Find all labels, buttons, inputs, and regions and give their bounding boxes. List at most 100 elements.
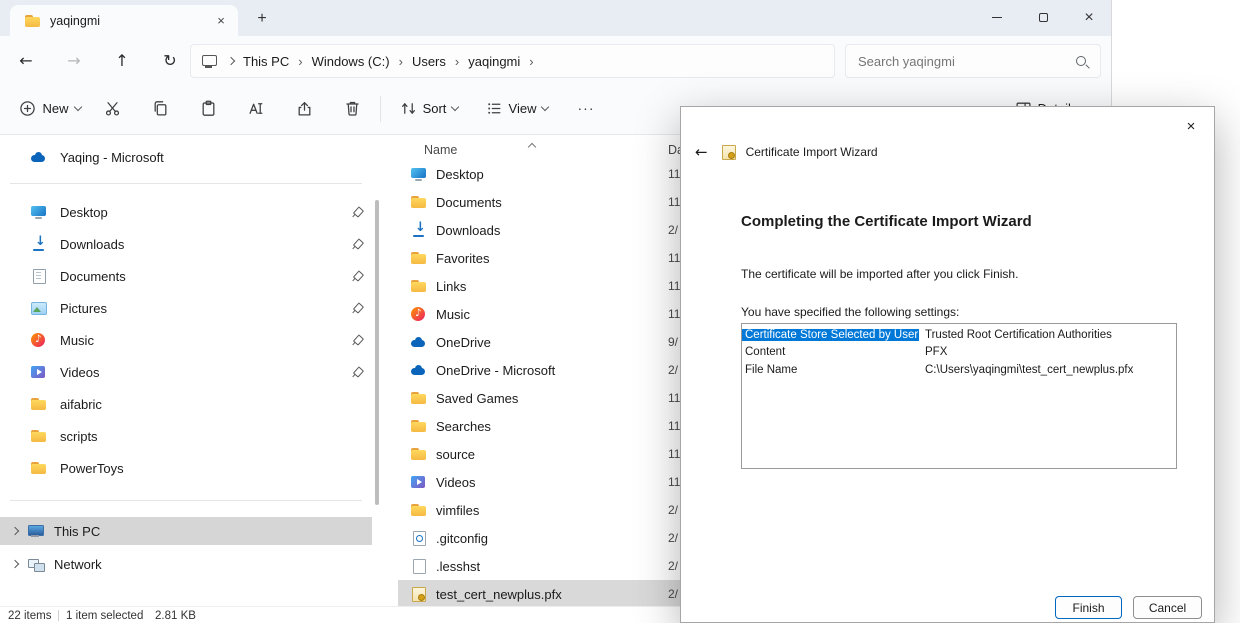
certificate-import-wizard-dialog: × ← Certificate Import Wizard Completing… (680, 106, 1215, 623)
address-bar[interactable]: This PC › Windows (C:) › Users › yaqingm… (190, 44, 835, 78)
new-button[interactable]: New (10, 88, 90, 128)
pin-icon (347, 331, 365, 349)
file-date: 11 (668, 279, 680, 293)
settings-row-content[interactable]: Content PFX (742, 344, 1176, 362)
breadcrumb-separator: › (455, 54, 459, 69)
forward-button[interactable]: → (56, 42, 92, 78)
file-name: source (436, 447, 475, 462)
sidebar-item-pictures[interactable]: Pictures (0, 292, 372, 324)
view-button[interactable]: View (478, 88, 556, 128)
sidebar-item-scripts[interactable]: scripts (0, 420, 372, 452)
sidebar-scrollbar[interactable] (375, 200, 379, 505)
settings-list[interactable]: Certificate Store Selected by User Trust… (741, 323, 1177, 469)
pc-icon (27, 523, 45, 539)
breadcrumb-windows-c[interactable]: Windows (C:) (312, 54, 390, 69)
file-date: 11 (668, 167, 680, 181)
sidebar-item-videos[interactable]: Videos (0, 356, 372, 388)
screen: yaqingmi × + × ← → ↑ ↻ This PC › Windows… (0, 0, 1240, 623)
sort-button[interactable]: Sort (392, 88, 466, 128)
file-name: Downloads (436, 223, 500, 238)
pin-icon (347, 235, 365, 253)
pictures-icon (30, 300, 48, 316)
pin-icon (347, 299, 365, 317)
sidebar-item-label: Videos (60, 365, 100, 380)
refresh-button[interactable]: ↻ (152, 42, 188, 78)
sidebar-item-downloads[interactable]: Downloads (0, 228, 372, 260)
file-date: 2/ (668, 559, 678, 573)
breadcrumb-users[interactable]: Users (412, 54, 446, 69)
sidebar-item-desktop[interactable]: Desktop (0, 196, 372, 228)
copy-button[interactable] (140, 88, 180, 128)
file-date: 11 (668, 447, 680, 461)
sidebar-item-documents[interactable]: Documents (0, 260, 372, 292)
sort-ascending-icon (528, 143, 536, 151)
back-arrow-icon[interactable]: ← (695, 143, 708, 161)
sidebar-item-powertoys[interactable]: PowerToys (0, 452, 372, 484)
videos-icon (410, 474, 428, 490)
chevron-right-icon[interactable] (11, 527, 19, 535)
copy-icon (152, 100, 169, 117)
rename-button[interactable] (236, 88, 276, 128)
breadcrumb-this-pc[interactable]: This PC (243, 54, 289, 69)
up-button[interactable]: ↑ (104, 42, 140, 78)
settings-row-filename[interactable]: File Name C:\Users\yaqingmi\test_cert_ne… (742, 361, 1176, 379)
dialog-close-button[interactable]: × (1176, 113, 1206, 139)
file-name: Desktop (436, 167, 484, 182)
sort-label: Sort (423, 101, 447, 116)
name-column-header[interactable]: Name (424, 143, 457, 157)
file-name: Documents (436, 195, 502, 210)
search-box[interactable] (845, 44, 1101, 78)
new-tab-button[interactable]: + (248, 6, 276, 32)
file-name: Searches (436, 419, 491, 434)
settings-row-store[interactable]: Certificate Store Selected by User Trust… (742, 326, 1176, 344)
chevron-down-icon (541, 102, 549, 110)
delete-button[interactable] (332, 88, 372, 128)
chevron-down-icon (73, 102, 81, 110)
cut-button[interactable] (92, 88, 132, 128)
search-icon[interactable] (1074, 54, 1090, 70)
breadcrumb-separator: › (529, 54, 533, 69)
rename-icon (248, 100, 265, 117)
more-options-button[interactable]: ··· (566, 88, 606, 128)
chevron-right-icon[interactable] (227, 57, 235, 65)
setting-key: Content (742, 346, 919, 358)
sidebar-item-label: scripts (60, 429, 98, 444)
back-button[interactable]: ← (8, 42, 44, 78)
setting-value: C:\Users\yaqingmi\test_cert_newplus.pfx (919, 364, 1133, 376)
sidebar-item-music[interactable]: Music (0, 324, 372, 356)
minimize-button[interactable] (975, 0, 1019, 35)
chevron-right-icon[interactable] (11, 560, 19, 568)
file-name: .lesshst (436, 559, 480, 574)
close-window-button[interactable]: × (1067, 0, 1111, 35)
pin-icon (347, 203, 365, 221)
maximize-icon (1039, 13, 1048, 22)
search-input[interactable] (846, 45, 1100, 77)
plus-circle-icon (19, 100, 36, 117)
sidebar-item-label: PowerToys (60, 461, 124, 476)
cancel-button[interactable]: Cancel (1133, 596, 1202, 619)
navigation-pane: Yaqing - Microsoft Desktop Downloads Doc… (0, 135, 372, 606)
monitor-icon (201, 53, 219, 69)
paste-button[interactable] (188, 88, 228, 128)
tab-title: yaqingmi (50, 14, 204, 28)
close-icon: × (1084, 9, 1093, 27)
sidebar-item-this-pc[interactable]: This PC (0, 517, 372, 545)
maximize-button[interactable] (1021, 0, 1065, 35)
ellipsis-icon: ··· (578, 100, 595, 116)
tab-bar: yaqingmi × + × (0, 0, 1111, 36)
file-date: 11 (668, 195, 680, 209)
breadcrumb-separator: › (298, 54, 302, 69)
videos-icon (30, 364, 48, 380)
sidebar-item-onedrive[interactable]: Yaqing - Microsoft (0, 141, 372, 173)
sidebar-item-network[interactable]: Network (0, 550, 372, 578)
cloud-icon (410, 362, 428, 378)
folder-icon (24, 13, 42, 29)
breadcrumb-yaqingmi[interactable]: yaqingmi (468, 54, 520, 69)
tab-close-icon[interactable]: × (212, 12, 230, 30)
share-button[interactable] (284, 88, 324, 128)
file-name: vimfiles (436, 503, 479, 518)
finish-button[interactable]: Finish (1055, 596, 1122, 619)
sidebar-item-label: Documents (60, 269, 126, 284)
explorer-tab[interactable]: yaqingmi × (10, 5, 238, 36)
sidebar-item-aifabric[interactable]: aifabric (0, 388, 372, 420)
